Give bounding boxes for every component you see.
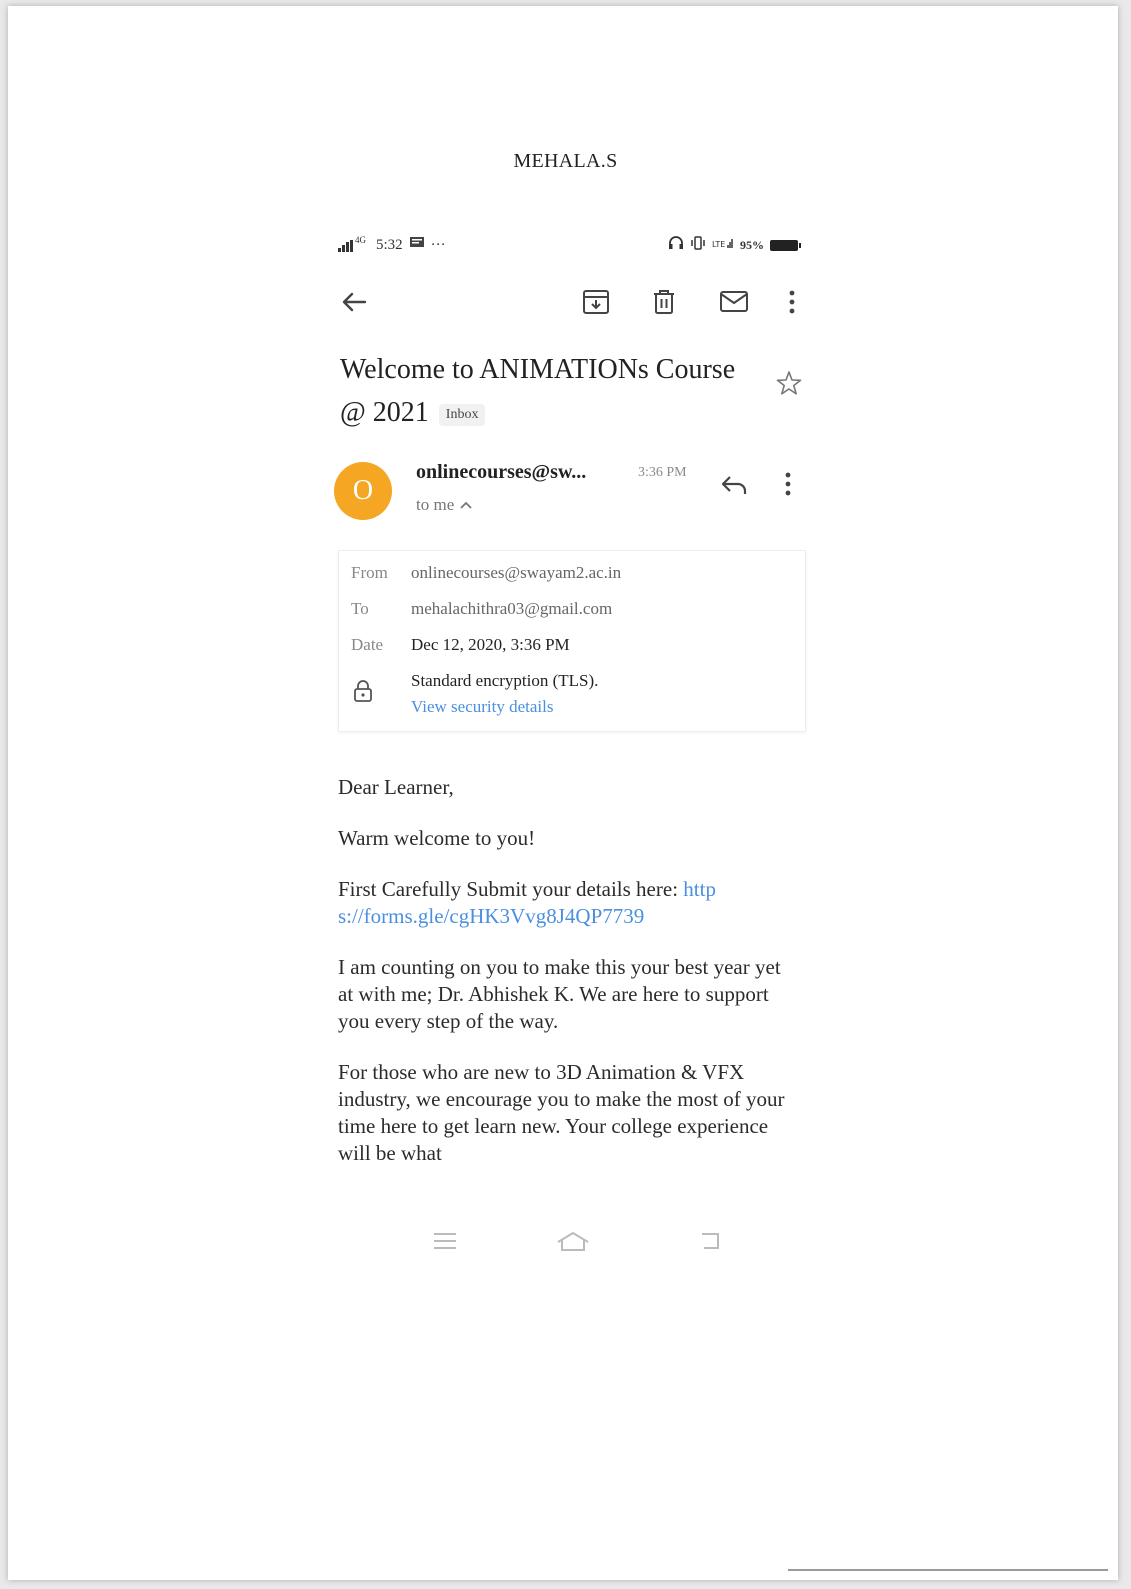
phone-screenshot: 4G 5:32 ··· LTE 95% Welcome to ANIMATION…	[320, 220, 820, 1280]
lock-icon	[353, 679, 373, 708]
date-label: Date	[351, 635, 384, 654]
clock: 5:32	[376, 237, 403, 253]
date-value: Dec 12, 2020, 3:36 PM	[411, 635, 570, 654]
system-nav-bar	[320, 1230, 820, 1260]
from-label: From	[351, 563, 388, 582]
status-more: ···	[430, 237, 446, 253]
email-subject: Welcome to ANIMATIONs Course @ 2021 Inbox	[340, 348, 740, 434]
notification-icon	[409, 236, 425, 255]
paragraph-1: I am counting on you to make this your b…	[338, 955, 781, 1033]
inbox-label[interactable]: Inbox	[438, 403, 486, 426]
back-arrow-icon[interactable]	[338, 286, 370, 318]
network-type: 4G	[355, 234, 366, 245]
from-value[interactable]: onlinecourses@swayam2.ac.in	[411, 563, 621, 583]
recents-icon[interactable]	[698, 1230, 722, 1257]
avatar[interactable]: O	[334, 462, 392, 520]
email-toolbar	[338, 286, 808, 322]
to-label: To	[351, 599, 369, 618]
sender-name: onlinecourses@sw...	[416, 461, 587, 483]
battery-icon	[770, 239, 801, 251]
subject-text: Welcome to ANIMATIONs Course @ 2021	[340, 354, 736, 428]
more-vert-icon[interactable]	[784, 472, 792, 501]
more-vert-icon[interactable]	[776, 286, 808, 318]
recipient-summary: to me	[416, 495, 455, 514]
email-body: Dear Learner, Warm welcome to you! First…	[338, 774, 808, 1191]
page-title: MEHALA.S	[513, 150, 618, 172]
submit-text: First Carefully Submit your details here…	[338, 877, 684, 901]
recipient-toggle[interactable]: to me	[416, 495, 473, 515]
lte-icon: LTE	[712, 236, 734, 254]
reply-icon[interactable]	[720, 474, 748, 501]
submit-paragraph: First Carefully Submit your details here…	[338, 876, 718, 930]
battery-percent: 95%	[740, 237, 764, 252]
delete-icon[interactable]	[648, 286, 680, 318]
menu-icon[interactable]	[432, 1230, 458, 1257]
message-details: From onlinecourses@swayam2.ac.in To meha…	[338, 550, 806, 732]
archive-icon[interactable]	[580, 286, 612, 318]
star-icon[interactable]	[776, 370, 802, 401]
page-divider	[788, 1569, 1108, 1571]
mail-icon[interactable]	[718, 286, 750, 318]
vibrate-icon	[690, 236, 706, 254]
welcome-line: Warm welcome to you!	[338, 826, 536, 850]
svg-text:LTE: LTE	[712, 240, 725, 249]
paragraph-2: For those who are new to 3D Animation & …	[338, 1060, 785, 1165]
greeting: Dear Learner,	[338, 775, 454, 799]
status-left: 4G 5:32 ···	[338, 234, 446, 255]
sent-time: 3:36 PM	[638, 465, 687, 480]
to-value[interactable]: mehalachithra03@gmail.com	[411, 599, 612, 619]
headphone-icon	[668, 236, 684, 254]
encryption-text: Standard encryption (TLS).	[411, 671, 599, 690]
home-icon[interactable]	[556, 1230, 590, 1257]
view-security-link[interactable]: View security details	[411, 697, 554, 717]
chevron-up-icon	[459, 495, 473, 514]
status-bar: 4G 5:32 ··· LTE 95%	[338, 234, 801, 258]
status-right: LTE 95%	[668, 236, 801, 254]
signal-icon	[338, 239, 353, 252]
